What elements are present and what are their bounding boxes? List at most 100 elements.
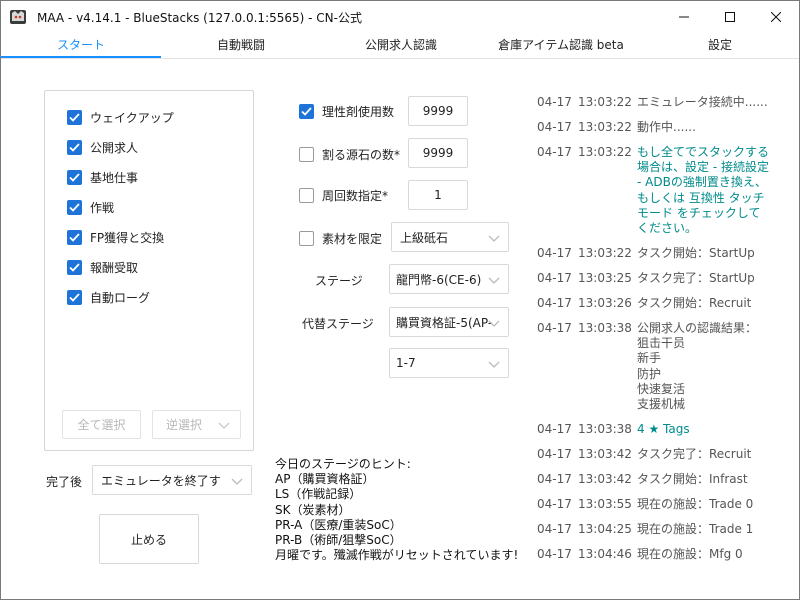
- checkbox-checked-icon[interactable]: [67, 289, 82, 305]
- log-date: 04-17: [537, 472, 572, 486]
- hint-line: AP（購買資格証）: [275, 472, 375, 487]
- close-icon: [771, 12, 781, 22]
- after-finish-label: 完了後: [46, 475, 83, 489]
- task-label: 報酬受取: [90, 260, 139, 275]
- log-entry: 04-17 13:03:55 現在の施設：Trade 0: [537, 497, 792, 512]
- invert-select-label: 逆選択: [166, 418, 203, 432]
- task-item-roguelike[interactable]: 自動ローグ: [67, 288, 150, 306]
- log-entry: 04-17 13:04:25 現在の施設：Trade 1: [537, 522, 792, 537]
- sanity-count-input[interactable]: 9999: [408, 96, 468, 126]
- alt-stage-select-2[interactable]: 1-7: [389, 348, 509, 378]
- log-message: タスク完了：StartUp: [637, 271, 755, 285]
- task-item-recruit[interactable]: 公開求人: [67, 138, 138, 156]
- log-time: 13:03:25: [578, 271, 632, 285]
- after-finish-value: エミュレータを終了す: [101, 473, 221, 488]
- log-date: 04-17: [537, 547, 572, 561]
- window-title: MAA - v4.14.1 - BlueStacks (127.0.0.1:55…: [37, 11, 362, 25]
- log-entry: 04-17 13:03:22 もし全てでスタックする 場合は、設定 - 接続設定…: [537, 145, 792, 236]
- task-label: 基地仕事: [90, 170, 139, 185]
- task-item-rewards[interactable]: 報酬受取: [67, 258, 138, 276]
- log-entry: 04-17 13:03:38 4 ★ Tags: [537, 422, 792, 437]
- hints-title: 今日のステージのヒント:: [275, 457, 411, 471]
- originium-option[interactable]: 割る源石の数*: [299, 146, 400, 163]
- checkbox-unchecked-icon[interactable]: [299, 231, 314, 246]
- close-button[interactable]: [753, 1, 799, 33]
- log-message: エミュレータ接続中......: [637, 95, 768, 109]
- tab-auto-battle[interactable]: 自動戦闘: [161, 36, 321, 58]
- log-time: 13:03:38: [578, 321, 632, 335]
- task-label: FP獲得と交換: [90, 230, 165, 245]
- log-time: 13:03:26: [578, 296, 632, 310]
- alt-stage-value-2: 1-7: [396, 356, 416, 370]
- sanity-option[interactable]: 理性剤使用数: [299, 103, 394, 120]
- chevron-down-icon: [231, 478, 243, 485]
- log-message: タスク開始：Recruit: [637, 296, 752, 310]
- checkbox-checked-icon[interactable]: [67, 199, 82, 215]
- log-entry: 04-17 13:03:22 動作中......: [537, 120, 792, 135]
- hint-line: PR-B（術師/狙撃SoC）: [275, 533, 402, 548]
- log-entry: 04-17 13:03:26 タスク開始：Recruit: [537, 296, 792, 311]
- task-item-wakeup[interactable]: ウェイクアップ: [67, 108, 174, 126]
- after-finish-select[interactable]: エミュレータを終了す: [92, 465, 252, 495]
- checkbox-checked-icon[interactable]: [67, 169, 82, 185]
- times-count-input[interactable]: 1: [408, 180, 468, 210]
- log-date: 04-17: [537, 145, 572, 159]
- task-label: 公開求人: [90, 140, 139, 155]
- checkbox-checked-icon[interactable]: [67, 259, 82, 275]
- log-entry: 04-17 13:03:25 タスク完了：StartUp: [537, 271, 792, 286]
- times-option[interactable]: 周回数指定*: [299, 187, 388, 204]
- checkbox-checked-icon[interactable]: [299, 104, 314, 119]
- log-entry: 04-17 13:03:42 タスク開始：Infrast: [537, 472, 792, 487]
- task-item-fight[interactable]: 作戦: [67, 198, 114, 216]
- originium-count-input[interactable]: 9999: [408, 138, 468, 168]
- checkbox-unchecked-icon[interactable]: [299, 188, 314, 203]
- checkbox-unchecked-icon[interactable]: [299, 147, 314, 162]
- log-message: もし全てでスタックする 場合は、設定 - 接続設定 - ADBの強制置き換え、 …: [637, 145, 770, 236]
- log-time: 13:04:25: [578, 522, 632, 536]
- minimize-button[interactable]: [661, 1, 707, 33]
- material-label: 素材を限定: [322, 232, 383, 246]
- log-message: 動作中......: [637, 120, 696, 134]
- tab-start[interactable]: スタート: [1, 36, 161, 58]
- log-time: 13:03:22: [578, 246, 632, 260]
- stage-label: ステージ: [315, 274, 363, 288]
- hint-line: PR-A（医療/重装SoC）: [275, 517, 402, 532]
- log-date: 04-17: [537, 497, 572, 511]
- log-time: 13:03:22: [578, 145, 632, 159]
- log-message: 現在の施設：Trade 1: [637, 522, 754, 536]
- log-message: タスク開始：Infrast: [637, 472, 748, 486]
- log-time: 13:03:42: [578, 472, 632, 486]
- task-item-infrast[interactable]: 基地仕事: [67, 168, 138, 186]
- maximize-icon: [725, 12, 735, 22]
- material-option[interactable]: 素材を限定: [299, 230, 382, 247]
- material-select[interactable]: 上級砥石: [391, 222, 509, 252]
- maximize-button[interactable]: [707, 1, 753, 33]
- chevron-down-icon: [488, 320, 500, 327]
- log-message: タスク開始：StartUp: [637, 246, 755, 260]
- tab-settings[interactable]: 設定: [641, 36, 799, 58]
- log-time: 13:03:38: [578, 422, 632, 436]
- chevron-down-icon: [488, 235, 500, 242]
- checkbox-checked-icon[interactable]: [67, 139, 82, 155]
- tab-recruit-recognition[interactable]: 公開求人認識: [321, 36, 481, 58]
- app-window: MAA - v4.14.1 - BlueStacks (127.0.0.1:55…: [0, 0, 800, 600]
- task-list-panel: ウェイクアップ 公開求人 基地仕事 作戦 FP獲得と交換 報酬受取 自動ローグ …: [44, 90, 254, 451]
- invert-select-button[interactable]: 逆選択: [152, 410, 241, 439]
- tab-depot-recognition[interactable]: 倉庫アイテム認識 beta: [481, 36, 641, 58]
- alt-stage-value: 購買資格証-5(AP-: [396, 315, 493, 330]
- log-message: 現在の施設：Mfg 0: [637, 547, 743, 561]
- log-date: 04-17: [537, 271, 572, 285]
- checkbox-checked-icon[interactable]: [67, 229, 82, 245]
- task-label: 作戦: [90, 200, 115, 215]
- log-date: 04-17: [537, 321, 572, 335]
- maa-logo-icon: [9, 8, 27, 26]
- checkbox-checked-icon[interactable]: [67, 109, 82, 125]
- stage-select[interactable]: 龍門幣-6(CE-6): [389, 264, 509, 294]
- stop-button[interactable]: 止める: [99, 514, 199, 564]
- select-all-button[interactable]: 全て選択: [62, 410, 141, 439]
- alt-stage-select[interactable]: 購買資格証-5(AP-: [389, 307, 509, 337]
- task-item-fp-exchange[interactable]: FP獲得と交換: [67, 228, 164, 246]
- log-date: 04-17: [537, 447, 572, 461]
- log-date: 04-17: [537, 422, 572, 436]
- log-time: 13:03:22: [578, 95, 632, 109]
